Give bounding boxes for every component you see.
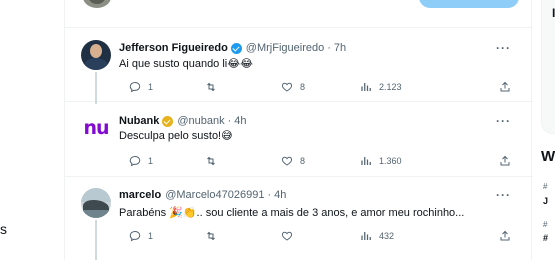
- share-icon: [500, 81, 510, 92]
- views-chart-icon: [361, 83, 371, 91]
- reply-icon: [129, 81, 141, 93]
- tweet-header: Nubank @nubank · 4h: [119, 114, 247, 128]
- trends-heading-fragment: W: [541, 148, 555, 165]
- view-count: 432: [379, 231, 395, 241]
- user-handle[interactable]: @nubank: [177, 114, 224, 128]
- thread-line: [95, 72, 97, 104]
- retweet-button[interactable]: [205, 230, 224, 242]
- thread-line: [95, 220, 97, 260]
- views-button[interactable]: 432: [360, 230, 394, 242]
- reply-count: 1: [148, 231, 154, 241]
- timestamp[interactable]: 7h: [334, 41, 346, 55]
- heart-icon: [281, 156, 293, 166]
- tweet-nubank[interactable]: nu Nubank @nubank · 4h ··· Desculpa pelo…: [65, 103, 533, 177]
- tweet-header: Jefferson Figueiredo @MrjFigueiredo · 7h: [119, 41, 346, 55]
- display-name[interactable]: marcelo: [119, 188, 161, 202]
- nubank-logo: nu: [83, 117, 109, 139]
- like-button[interactable]: 8: [281, 155, 305, 167]
- share-button[interactable]: [499, 230, 518, 242]
- tweet-text: Parabéns 🎉👏.. sou cliente a mais de 3 an…: [119, 207, 465, 219]
- avatar[interactable]: nu: [81, 113, 111, 143]
- reply-icon: [129, 155, 141, 167]
- tweet-header: marcelo @Marcelo47026991 · 4h: [119, 188, 286, 202]
- reply-count: 1: [148, 156, 154, 166]
- avatar[interactable]: [83, 0, 111, 8]
- reply-count: 1: [148, 82, 154, 92]
- tweet-text: Desculpa pelo susto!😅: [119, 130, 233, 142]
- separator-dot: ·: [327, 42, 331, 54]
- like-button[interactable]: [281, 230, 300, 242]
- retweet-icon: [207, 231, 215, 241]
- display-name[interactable]: Jefferson Figueiredo: [119, 41, 228, 55]
- sidebar-panel: I: [541, 0, 555, 134]
- like-button[interactable]: 8: [281, 81, 305, 93]
- right-sidebar-fragment: I W # J # #: [533, 0, 555, 260]
- timestamp[interactable]: 4h: [234, 114, 246, 128]
- heart-icon: [281, 231, 293, 241]
- share-icon: [500, 230, 510, 241]
- timestamp[interactable]: 4h: [274, 188, 286, 202]
- view-count: 1.360: [379, 156, 402, 166]
- retweet-button[interactable]: [205, 81, 224, 93]
- trend-fragment[interactable]: #: [543, 233, 548, 243]
- previous-tweet-footer: [65, 0, 533, 28]
- separator-dot: ·: [267, 189, 272, 201]
- verified-organization-badge-icon[interactable]: [162, 115, 174, 127]
- trend-fragment[interactable]: #: [543, 182, 547, 191]
- verified-badge-icon[interactable]: [230, 42, 242, 54]
- reply-button[interactable]: 1: [129, 81, 153, 93]
- sidebar-text-fragment: s: [0, 221, 7, 237]
- share-button[interactable]: [499, 155, 518, 167]
- retweet-icon: [207, 156, 215, 166]
- avatar[interactable]: [81, 188, 111, 218]
- reply-button[interactable]: [419, 0, 519, 8]
- like-count: 8: [300, 82, 306, 92]
- tweet-actions: 1 432: [119, 230, 519, 246]
- tweet-jefferson[interactable]: Jefferson Figueiredo @MrjFigueiredo · 7h…: [65, 29, 533, 104]
- like-count: 8: [300, 156, 306, 166]
- reply-button[interactable]: 1: [129, 230, 153, 242]
- heart-icon: [281, 82, 293, 92]
- display-name[interactable]: Nubank: [119, 114, 159, 128]
- left-sidebar-fragment: s: [0, 0, 64, 260]
- tweet-text: Ai que susto quando li😂😂: [119, 58, 253, 70]
- tweet-actions: 1 8 1.360: [119, 155, 519, 171]
- view-count: 2.123: [379, 82, 402, 92]
- views-button[interactable]: 1.360: [360, 155, 402, 167]
- reply-icon: [129, 230, 141, 242]
- views-chart-icon: [361, 157, 371, 165]
- user-handle[interactable]: @MrjFigueiredo: [246, 41, 324, 55]
- reply-button[interactable]: 1: [129, 155, 153, 167]
- more-options-icon[interactable]: ···: [496, 114, 511, 128]
- share-button[interactable]: [499, 81, 518, 93]
- share-icon: [500, 155, 510, 166]
- retweet-icon: [207, 82, 215, 92]
- user-handle[interactable]: @Marcelo47026991: [165, 188, 264, 202]
- tweet-marcelo[interactable]: marcelo @Marcelo47026991 · 4h ··· Parabé…: [65, 178, 533, 260]
- reply-feed: Jefferson Figueiredo @MrjFigueiredo · 7h…: [64, 0, 533, 260]
- avatar[interactable]: [81, 40, 111, 70]
- views-button[interactable]: 2.123: [360, 81, 402, 93]
- retweet-button[interactable]: [205, 155, 224, 167]
- views-chart-icon: [361, 232, 371, 240]
- trend-fragment[interactable]: J: [543, 196, 548, 206]
- more-options-icon[interactable]: ···: [496, 188, 511, 202]
- tweet-actions: 1 8 2.123: [119, 81, 519, 97]
- more-options-icon[interactable]: ···: [496, 41, 511, 55]
- trend-fragment[interactable]: #: [543, 220, 547, 229]
- separator-dot: ·: [227, 115, 232, 127]
